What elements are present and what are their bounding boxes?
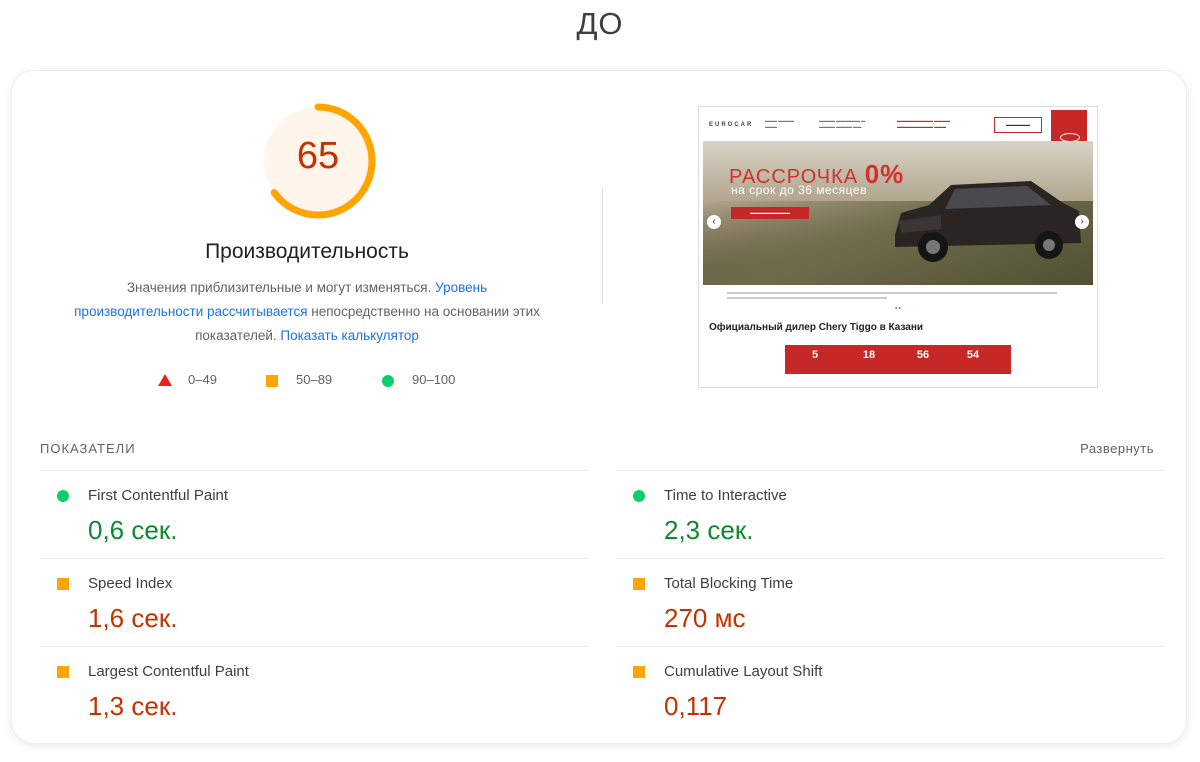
site-header-info: ▬▬▬ ▬▬▬▬ ▬▬▬: [765, 118, 795, 129]
site-heading: Официальный дилер Chery Tiggo в Казани: [709, 322, 924, 333]
orange-square-icon: [266, 375, 278, 387]
site-header: EUROCAR ▬▬▬ ▬▬▬▬ ▬▬▬ ▬▬▬▬ ▬▬▬▬▬▬ ▬ ▬▬▬▬ ▬▬…: [699, 107, 1097, 150]
metric-value: 1,3 сек.: [88, 691, 178, 721]
metric-name: Largest Contentful Paint: [88, 663, 249, 680]
metric-value: 0,6 сек.: [88, 515, 178, 545]
performance-title: Производительность: [205, 240, 409, 263]
green-circle-icon: [633, 490, 645, 502]
countdown-days: 5: [811, 349, 819, 361]
legend-label: 50–89: [296, 372, 333, 387]
metric-value: 0,117: [664, 691, 728, 721]
metric-cumulative-layout-shift: Cumulative Layout Shift 0,117: [616, 646, 1164, 735]
report-card: 65 Производительность Значения приблизит…: [12, 71, 1186, 743]
site-header-phones: ▬▬▬▬▬▬▬▬▬ ▬▬▬▬ ▬▬▬▬▬▬▬▬▬ ▬▬▬: [897, 118, 951, 129]
countdown-timer: 5 18 56 54: [785, 345, 1011, 374]
red-triangle-icon: [158, 374, 172, 386]
promo-button: ▬▬▬▬▬▬▬▬▬▬: [731, 207, 809, 219]
site-callback-button: ▬▬▬▬▬▬: [994, 117, 1042, 133]
show-calculator-link[interactable]: Показать калькулятор: [280, 328, 419, 343]
slider-dots: ● ●: [895, 305, 901, 310]
score-gauge: 65: [248, 103, 388, 223]
legend-label: 90–100: [412, 372, 456, 387]
metric-time-to-interactive: Time to Interactive 2,3 сек.: [616, 470, 1164, 559]
metric-name: Speed Index: [88, 575, 173, 592]
hero-banner: РАССРОЧКА 0% на срок до 36 месяцев ▬▬▬▬▬…: [703, 141, 1093, 285]
orange-square-icon: [633, 666, 645, 678]
promo-rate: 0%: [864, 159, 905, 189]
metric-speed-index: Speed Index 1,6 сек.: [40, 558, 588, 647]
metric-name: Time to Interactive: [664, 487, 787, 504]
fine-print-line: [727, 292, 1057, 294]
slider-next-icon: ›: [1075, 215, 1089, 229]
page-screenshot-thumbnail: EUROCAR ▬▬▬ ▬▬▬▬ ▬▬▬ ▬▬▬▬ ▬▬▬▬▬▬ ▬ ▬▬▬▬ ▬▬…: [698, 106, 1098, 388]
fine-print-line: [727, 297, 887, 299]
site-header-address: ▬▬▬▬ ▬▬▬▬▬▬ ▬ ▬▬▬▬ ▬▬▬▬ ▬▬: [819, 118, 866, 129]
countdown-hours: 18: [862, 349, 876, 361]
orange-square-icon: [57, 666, 69, 678]
metrics-section-label: ПОКАЗАТЕЛИ: [40, 441, 136, 456]
metric-name: First Contentful Paint: [88, 487, 229, 504]
vertical-divider: [602, 188, 603, 304]
slider-prev-icon: ‹: [707, 215, 721, 229]
expand-button[interactable]: Развернуть: [1080, 441, 1154, 456]
car-image: [895, 181, 1081, 262]
orange-square-icon: [57, 578, 69, 590]
site-logo: EUROCAR: [709, 122, 754, 128]
desc-text-1: Значения приблизительные и могут изменят…: [126, 280, 436, 295]
metric-total-blocking-time: Total Blocking Time 270 мс: [616, 558, 1164, 647]
metric-largest-contentful-paint: Largest Contentful Paint 1,3 сек.: [40, 646, 588, 735]
orange-square-icon: [633, 578, 645, 590]
countdown-seconds: 54: [966, 349, 980, 361]
green-circle-icon: [57, 490, 69, 502]
green-circle-icon: [382, 375, 394, 387]
metric-value: 270 мс: [664, 603, 746, 633]
countdown-minutes: 56: [916, 349, 930, 361]
metric-name: Cumulative Layout Shift: [664, 663, 823, 680]
metric-value: 1,6 сек.: [88, 603, 178, 633]
metric-name: Total Blocking Time: [664, 575, 794, 592]
page-title: ДО: [576, 6, 624, 41]
promo-subline: на срок до 36 месяцев: [731, 183, 867, 197]
score-value: 65: [296, 135, 340, 177]
performance-description: Значения приблизительные и могут изменят…: [67, 276, 547, 348]
legend-label: 0–49: [188, 372, 217, 387]
metric-first-contentful-paint: First Contentful Paint 0,6 сек.: [40, 470, 588, 559]
metric-value: 2,3 сек.: [664, 515, 754, 545]
